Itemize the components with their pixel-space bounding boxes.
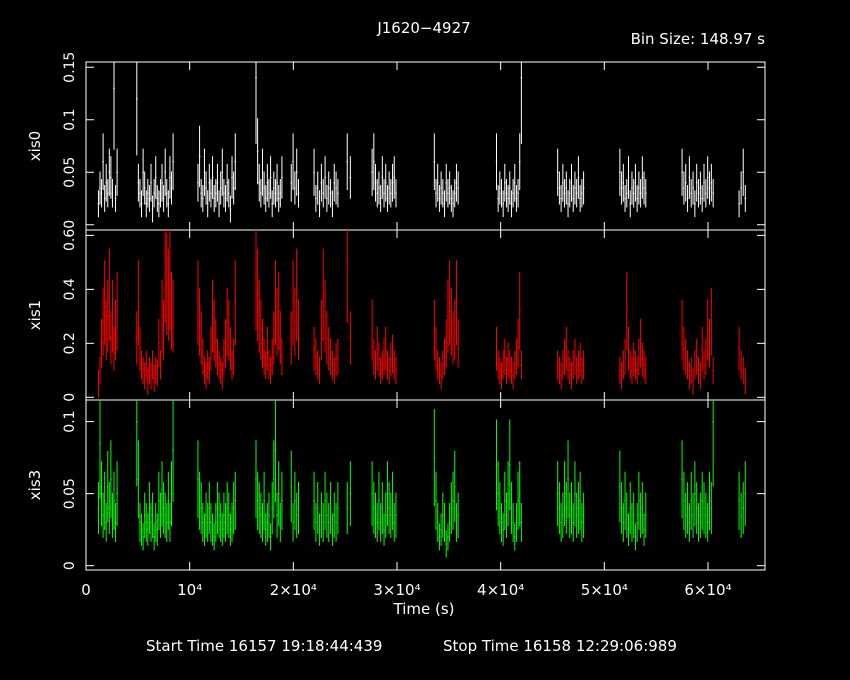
xis3-y-tick-label: 0.1	[62, 410, 78, 432]
xis1-y-tick-label: 0.60	[62, 220, 78, 251]
x-tick-label: 4×10⁴	[477, 581, 524, 599]
x-tick-label: 2×10⁴	[270, 581, 317, 599]
x-tick-label: 5×10⁴	[581, 581, 628, 599]
light-curve-figure: J1620−4927 Bin Size: 148.97 s 0.05 0.1 0.1…	[0, 0, 850, 680]
xis3-y-tick-label: 0.05	[62, 478, 78, 509]
x-tick-label: 10⁴	[177, 581, 202, 599]
chart-title: J1620−4927	[376, 19, 470, 37]
xis3-y-tick-label: 0	[62, 561, 78, 570]
xis1-y-tick-label: 0.2	[62, 332, 78, 354]
xis3-y-label: xis3	[26, 470, 44, 500]
xis1-y-tick-label: 0	[62, 393, 78, 402]
xis0-y-tick-label: 0.1	[62, 109, 78, 131]
x-axis-label: Time (s)	[393, 600, 455, 618]
xis0-y-tick-label: 0.05	[62, 157, 78, 188]
bin-size-label: Bin Size: 148.97 s	[631, 30, 766, 48]
xis0-y-label: xis0	[26, 131, 44, 161]
x-tick-label: 0	[81, 581, 91, 599]
xis0-y-tick-label: 0.15	[62, 52, 78, 83]
x-tick-label: 3×10⁴	[373, 581, 420, 599]
xis1-y-tick-label: 0.4	[62, 278, 78, 300]
start-time-label: Start Time 16157 19:18:44:439	[146, 637, 382, 655]
figure-background	[0, 0, 850, 680]
x-tick-label: 6×10⁴	[684, 581, 731, 599]
stop-time-label: Stop Time 16158 12:29:06:989	[443, 637, 677, 655]
xis1-y-label: xis1	[26, 300, 44, 330]
